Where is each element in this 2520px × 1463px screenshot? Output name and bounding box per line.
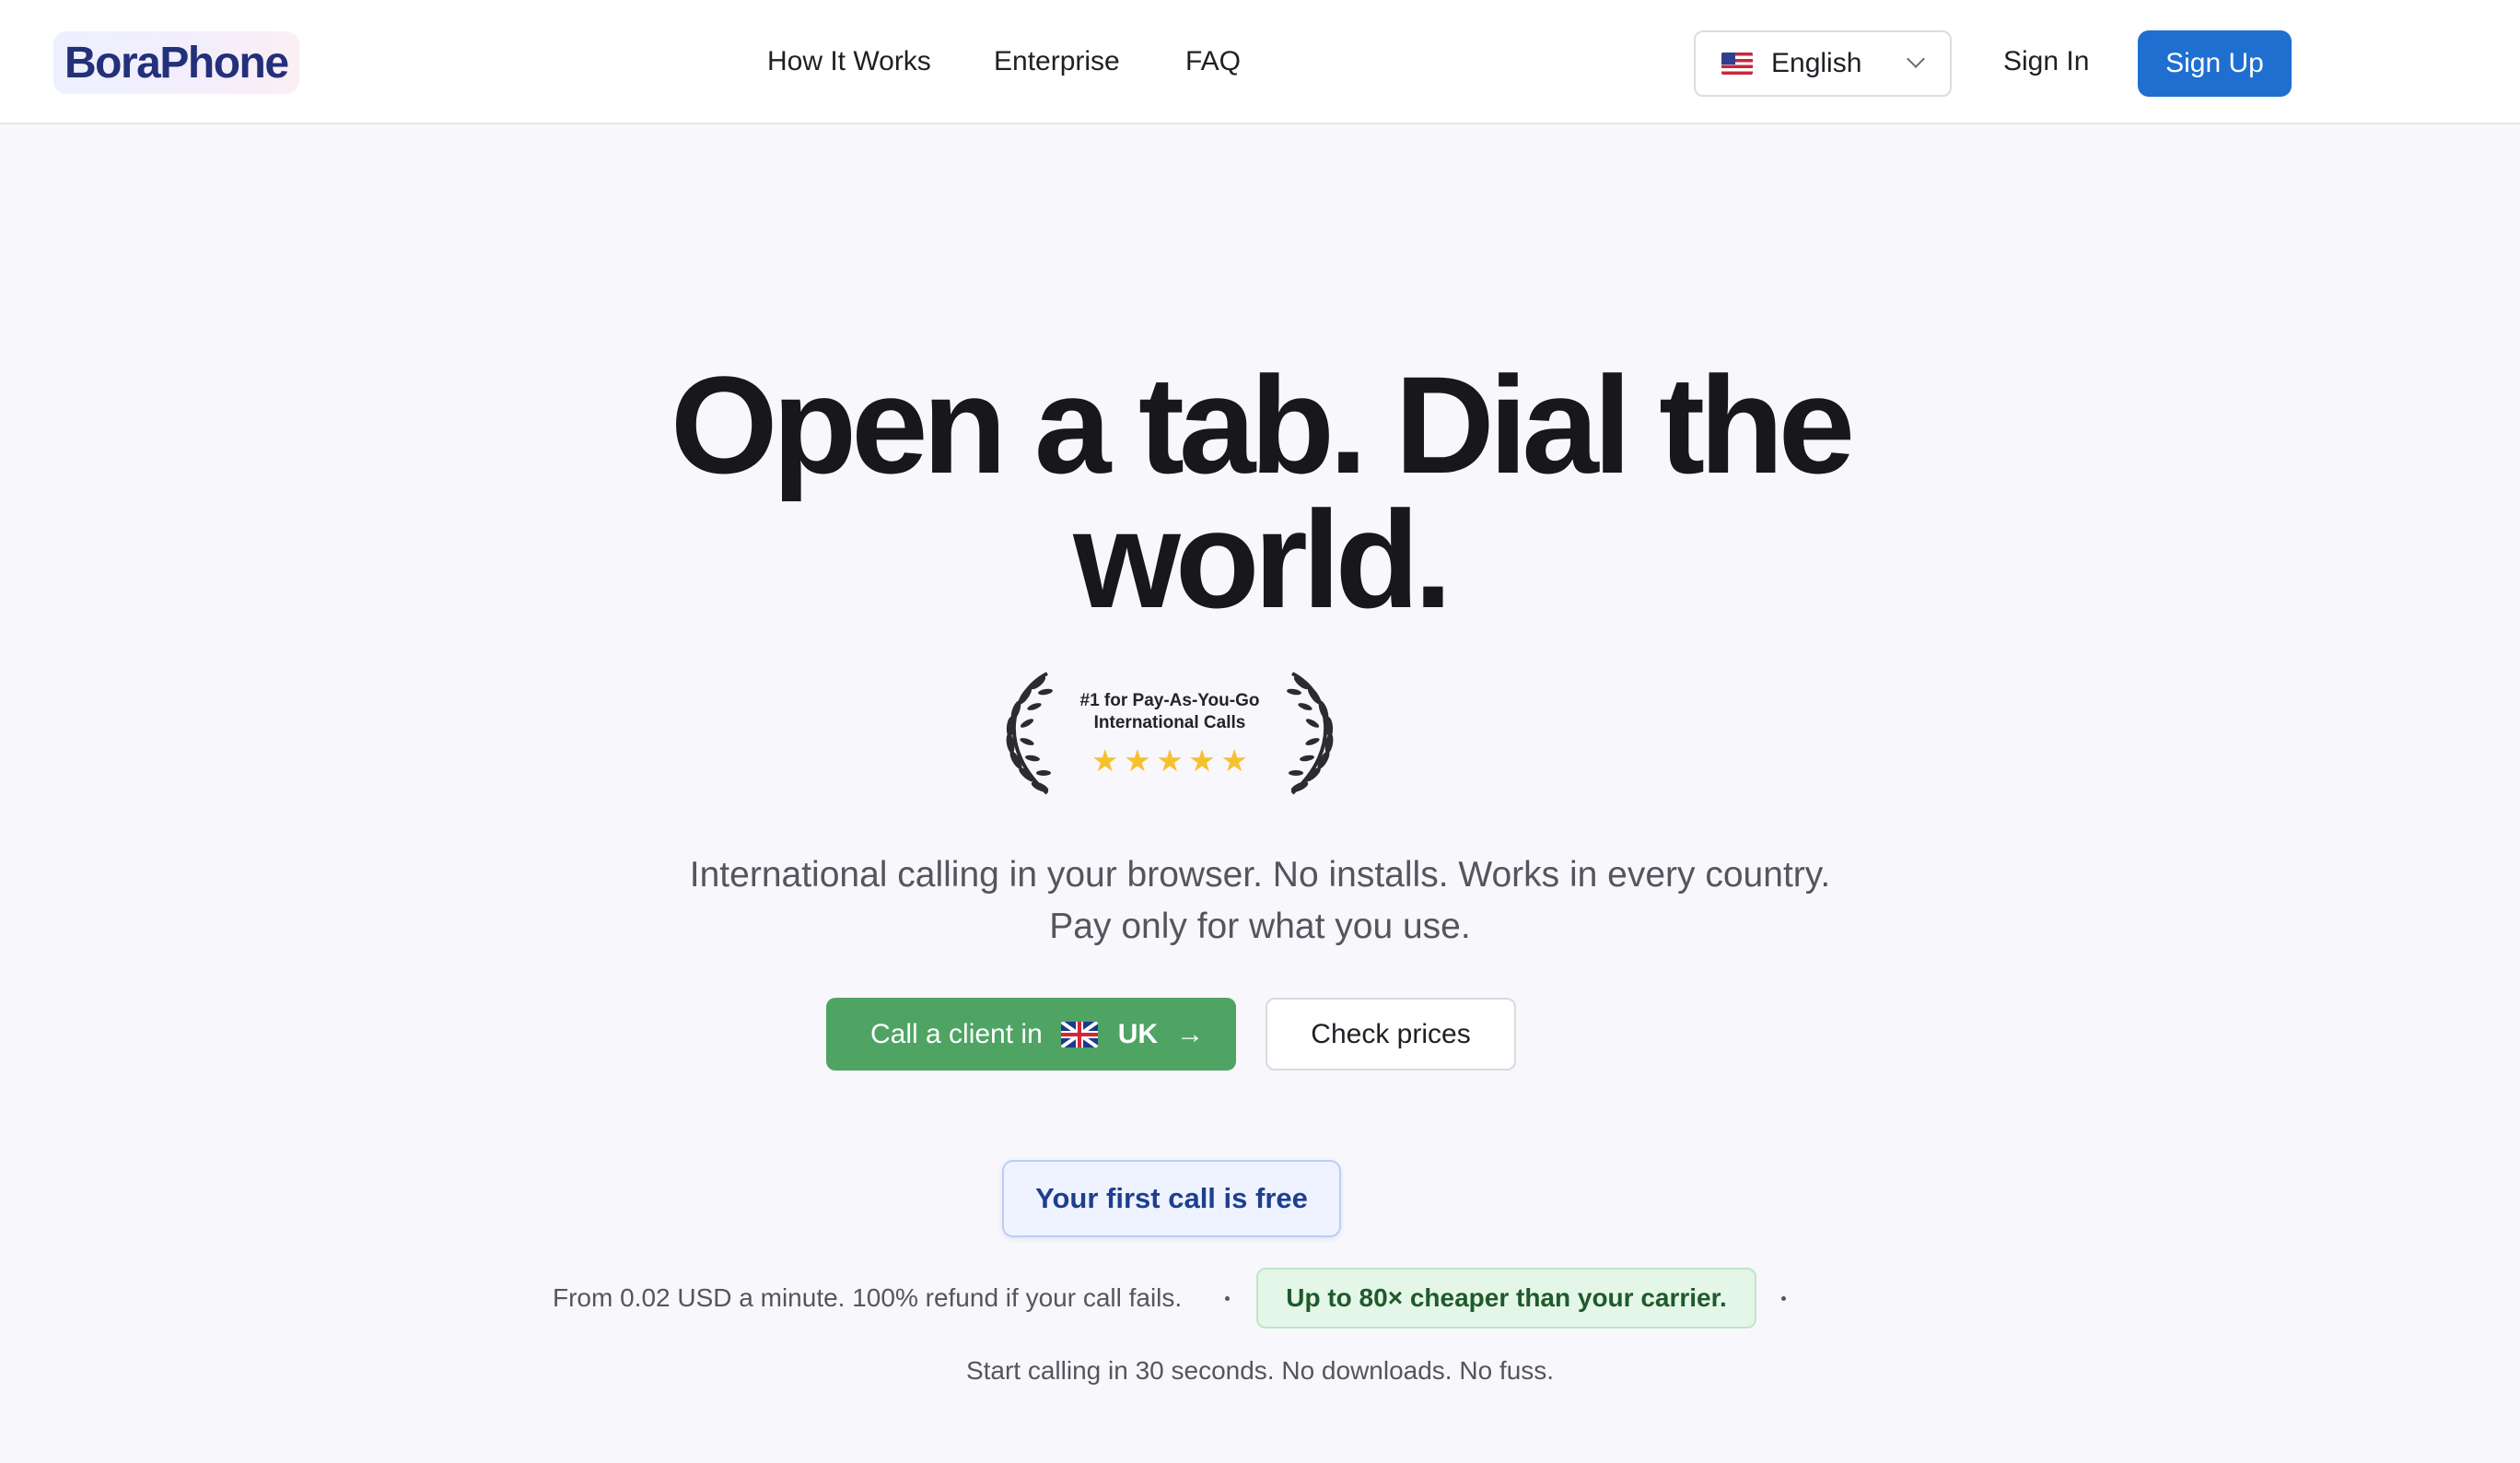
us-flag-icon: [1721, 53, 1753, 75]
start-calling-text: Start calling in 30 seconds. No download…: [965, 1356, 1555, 1385]
check-prices-button[interactable]: Check prices: [1266, 998, 1516, 1071]
separator-dot: [1781, 1296, 1786, 1301]
hero-subtitle-line-1: International calling in your browser. N…: [689, 855, 1831, 895]
nav-faq[interactable]: FAQ: [1185, 46, 1241, 77]
hero-subtitle-line-2: Pay only for what you use.: [1049, 907, 1471, 946]
star-icon: ★: [1220, 743, 1248, 778]
hero-title: Open a tab. Dial the world.: [523, 347, 1997, 637]
laurel-left-icon: [1006, 672, 1053, 795]
country-code: UK: [1117, 1018, 1159, 1049]
call-client-label: Call a client in: [870, 1018, 1043, 1049]
language-selector[interactable]: English: [1694, 30, 1952, 97]
call-client-button[interactable]: Call a client in UK →: [826, 998, 1236, 1071]
hero-title-line-1: Open a tab. Dial the: [670, 347, 1855, 502]
sign-in-link[interactable]: Sign In: [2003, 46, 2089, 77]
uk-flag-icon: [1060, 1021, 1098, 1048]
award-line-2: International Calls: [1093, 713, 1246, 732]
rating-stars: ★ ★ ★ ★ ★: [1091, 745, 1248, 776]
first-call-free-badge: Your first call is free: [1002, 1160, 1341, 1237]
pricing-text: From 0.02 USD a minute. 100% refund if y…: [553, 1283, 1183, 1312]
award-line-1: #1 for Pay-As-You-Go: [1079, 691, 1260, 710]
hero-title-line-2: world.: [1073, 482, 1452, 637]
star-icon: ★: [1188, 743, 1216, 778]
star-icon: ★: [1091, 743, 1119, 778]
cheaper-badge: Up to 80× cheaper than your carrier.: [1256, 1268, 1756, 1328]
nav-how-it-works[interactable]: How It Works: [767, 46, 931, 77]
chevron-down-icon: [1907, 50, 1925, 68]
star-icon: ★: [1156, 743, 1184, 778]
arrow-right-icon: →: [1176, 1018, 1205, 1049]
star-icon: ★: [1124, 743, 1151, 778]
nav-enterprise[interactable]: Enterprise: [994, 46, 1120, 77]
language-label: English: [1771, 48, 1862, 78]
award-badge: #1 for Pay-As-You-Go International Calls…: [990, 666, 1349, 800]
award-text: #1 for Pay-As-You-Go International Calls: [1055, 690, 1285, 734]
separator-dot: [1225, 1296, 1230, 1301]
boraphone-logo[interactable]: BoraPhone: [53, 31, 299, 94]
top-navbar: BoraPhone How It Works Enterprise FAQ En…: [0, 0, 2520, 124]
sign-up-button[interactable]: Sign Up: [2138, 30, 2292, 97]
hero-subtitle: International calling in your browser. N…: [431, 849, 2089, 953]
laurel-right-icon: [1287, 672, 1334, 795]
